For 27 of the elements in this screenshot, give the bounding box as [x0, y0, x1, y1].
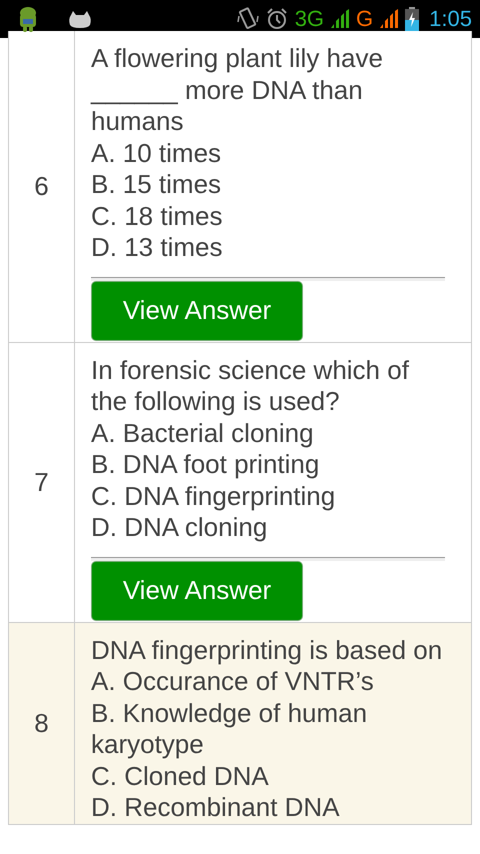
answer-option: B. Knowledge of human karyotype — [91, 698, 445, 760]
answer-option: C. DNA fingerprinting — [91, 480, 445, 512]
signal-icon — [379, 9, 400, 29]
answer-option: C. Cloned DNA — [91, 760, 445, 792]
view-answer-button[interactable]: View Answer — [91, 560, 303, 620]
question-text: DNA fingerprinting is based on — [91, 634, 444, 666]
view-answer-button[interactable]: View Answer — [91, 280, 303, 340]
answer-option: B. DNA foot printing — [91, 449, 445, 480]
answer-option: D. DNA cloning — [91, 512, 445, 544]
answer-option: B. 15 times — [91, 169, 445, 200]
answer-option: D. 13 times — [91, 232, 445, 264]
alarm-icon — [264, 7, 289, 31]
network-type: G — [356, 6, 374, 32]
clock-time: 1:05 — [429, 6, 472, 32]
answer-option: A. Bacterial cloning — [91, 418, 445, 449]
question-text: A flowering plant lily have ______ more DNA than humans — [91, 43, 384, 138]
question-number: 6 — [34, 170, 49, 202]
question-text: In forensic science which of the following is used? — [91, 354, 410, 418]
vibrate-icon — [236, 6, 259, 32]
answer-option: D. Recombinant DNA — [91, 792, 445, 824]
answer-option: A. Occurance of VNTR’s — [91, 666, 445, 698]
question-number: 7 — [34, 466, 49, 498]
signal-icon — [330, 9, 350, 29]
answer-option: C. 18 times — [91, 200, 445, 232]
question-number: 8 — [34, 708, 49, 738]
answer-option: A. 10 times — [91, 138, 445, 169]
network-type: 3G — [294, 6, 324, 32]
